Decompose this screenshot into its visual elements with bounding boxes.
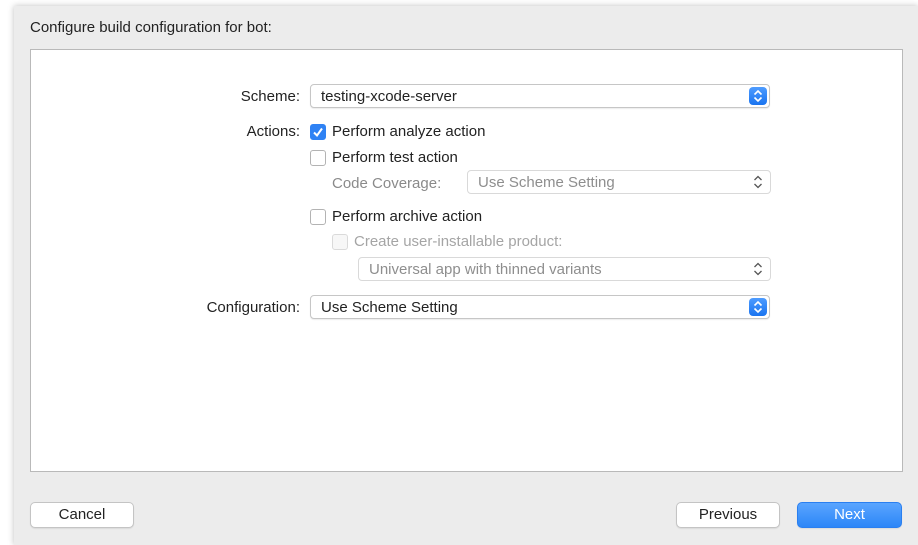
configuration-label: Configuration: [206, 299, 300, 316]
form-panel: Scheme: testing-xcode-server Actions: Pe… [30, 49, 903, 472]
test-checkbox[interactable] [310, 150, 326, 166]
analyze-checkbox[interactable] [310, 124, 326, 140]
scheme-value: testing-xcode-server [321, 88, 457, 105]
configure-sheet: Configure build configuration for bot: S… [14, 6, 918, 545]
checkmark-icon [313, 127, 323, 138]
coverage-popup[interactable]: Use Scheme Setting [467, 170, 771, 194]
scheme-popup[interactable]: testing-xcode-server [310, 84, 770, 108]
chevron-updown-icon [752, 261, 764, 282]
scheme-label: Scheme: [240, 88, 300, 105]
chevron-updown-icon [752, 174, 764, 195]
installable-popup[interactable]: Universal app with thinned variants [358, 257, 771, 281]
coverage-label: Code Coverage: [332, 175, 442, 192]
previous-button[interactable]: Previous [676, 502, 780, 528]
chevron-updown-icon [749, 87, 767, 105]
cancel-button[interactable]: Cancel [30, 502, 134, 528]
coverage-value: Use Scheme Setting [478, 174, 615, 191]
sheet-heading: Configure build configuration for bot: [30, 19, 272, 36]
installable-checkbox[interactable] [332, 234, 348, 250]
actions-label: Actions: [246, 123, 300, 140]
next-button[interactable]: Next [797, 502, 902, 528]
archive-checkbox[interactable] [310, 209, 326, 225]
installable-value: Universal app with thinned variants [369, 261, 602, 278]
test-label: Perform test action [332, 149, 458, 166]
chevron-updown-icon [749, 298, 767, 316]
configuration-value: Use Scheme Setting [321, 299, 458, 316]
configuration-popup[interactable]: Use Scheme Setting [310, 295, 770, 319]
analyze-label: Perform analyze action [332, 123, 486, 140]
archive-label: Perform archive action [332, 208, 483, 225]
installable-label: Create user-installable product: [354, 233, 563, 250]
